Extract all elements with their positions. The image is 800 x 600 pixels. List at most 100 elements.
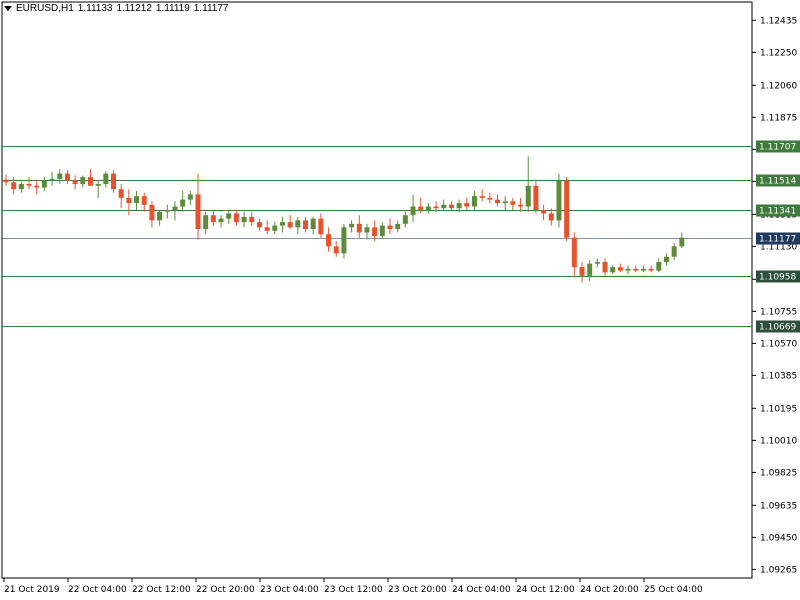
x-tick-label: 22 Oct 12:00 <box>132 585 191 595</box>
candle-body <box>57 173 63 179</box>
candle-body <box>333 246 339 254</box>
candle-body <box>341 227 347 254</box>
candle-body <box>625 268 631 271</box>
y-tick-label: 1.12250 <box>760 48 797 58</box>
x-tick-label: 23 Oct 12:00 <box>324 585 383 595</box>
candle-body <box>203 215 209 230</box>
x-tick-label: 22 Oct 04:00 <box>68 585 127 595</box>
candle-body <box>187 194 193 200</box>
candle-body <box>172 206 178 210</box>
x-tick-label: 24 Oct 04:00 <box>452 585 511 595</box>
candle-body <box>349 223 355 228</box>
y-tick-label: 1.10385 <box>760 371 797 381</box>
candle-body <box>617 267 623 271</box>
candle-body <box>495 199 501 204</box>
candle-body <box>279 222 285 226</box>
candle-body <box>510 201 516 205</box>
candle-body <box>679 237 685 247</box>
candle-body <box>395 223 401 230</box>
candle-body <box>272 225 278 231</box>
y-tick-label: 1.10570 <box>760 339 797 349</box>
candle-body <box>587 263 593 276</box>
level-price-label: 1.11707 <box>759 143 796 153</box>
candle-body <box>364 227 370 233</box>
candle-body <box>134 196 140 204</box>
candle-body <box>64 173 70 181</box>
candle-body <box>34 185 40 188</box>
candle-body <box>663 256 669 262</box>
candle-body <box>241 216 247 223</box>
candle-body <box>210 215 216 223</box>
candle-body <box>502 201 508 204</box>
y-tick-label: 1.10010 <box>760 436 797 446</box>
candle-body <box>433 206 439 209</box>
candle-body <box>425 206 431 210</box>
candle-body <box>226 213 232 219</box>
candle-body <box>448 204 454 209</box>
candle-body <box>111 173 117 190</box>
candle-body <box>594 261 600 264</box>
level-price-label: 1.10669 <box>759 323 796 333</box>
candle-body <box>49 178 55 181</box>
candle-body <box>195 194 201 230</box>
y-tick-label: 1.09825 <box>760 468 797 478</box>
level-price-label: 1.11514 <box>759 177 796 187</box>
x-tick-label: 22 Oct 20:00 <box>196 585 255 595</box>
y-tick-label: 1.09635 <box>760 501 797 511</box>
y-tick-label: 1.11875 <box>760 113 797 123</box>
candle-body <box>356 223 362 233</box>
candle-body <box>633 268 639 271</box>
candle-body <box>72 180 78 185</box>
candle-body <box>326 234 332 247</box>
candle-body <box>656 261 662 271</box>
candle-body <box>579 267 585 276</box>
candle-body <box>218 218 224 223</box>
candle-body <box>372 227 378 236</box>
candle-body <box>164 209 170 212</box>
level-price-label: 1.10958 <box>759 273 796 283</box>
candle-body <box>295 220 301 228</box>
candle-body <box>141 196 147 205</box>
x-tick-label: 25 Oct 04:00 <box>644 585 703 595</box>
level-price-label: 1.11341 <box>759 207 796 217</box>
candle-body <box>410 206 416 216</box>
price-chart[interactable]: 1.124351.122501.120601.118751.116901.115… <box>0 0 800 600</box>
candle-body <box>379 225 385 236</box>
candle-body <box>548 213 554 221</box>
candle-body <box>564 180 570 238</box>
candle-body <box>249 216 255 223</box>
candle-body <box>26 184 32 186</box>
candle-body <box>487 197 493 200</box>
x-tick-label: 23 Oct 20:00 <box>388 585 447 595</box>
candle-body <box>533 185 539 210</box>
candle-body <box>640 268 646 271</box>
candle-body <box>103 173 109 185</box>
candle-body <box>95 184 101 186</box>
candle-body <box>180 199 186 207</box>
candle-body <box>541 209 547 214</box>
candle-body <box>264 227 270 231</box>
y-tick-label: 1.09450 <box>760 533 797 543</box>
candle-body <box>518 204 524 207</box>
candle-body <box>3 179 9 183</box>
x-tick-label: 24 Oct 20:00 <box>580 585 639 595</box>
y-tick-label: 1.12060 <box>760 81 797 91</box>
candle-body <box>87 177 93 186</box>
candle-body <box>602 261 608 273</box>
candle-body <box>126 197 132 204</box>
candle-body <box>303 220 309 230</box>
x-tick-label: 21 Oct 2019 <box>4 585 60 595</box>
candle-body <box>310 218 316 230</box>
candle-body <box>479 196 485 198</box>
candle-body <box>648 268 654 271</box>
candle-body <box>256 222 262 228</box>
candle-body <box>571 237 577 268</box>
candle-body <box>471 196 477 207</box>
candle-body <box>464 203 470 207</box>
x-tick-label: 24 Oct 12:00 <box>516 585 575 595</box>
candle-body <box>556 180 562 221</box>
candle-body <box>441 204 447 209</box>
candle-body <box>118 189 124 198</box>
y-tick-label: 1.12435 <box>760 16 797 26</box>
candle-body <box>157 211 163 221</box>
